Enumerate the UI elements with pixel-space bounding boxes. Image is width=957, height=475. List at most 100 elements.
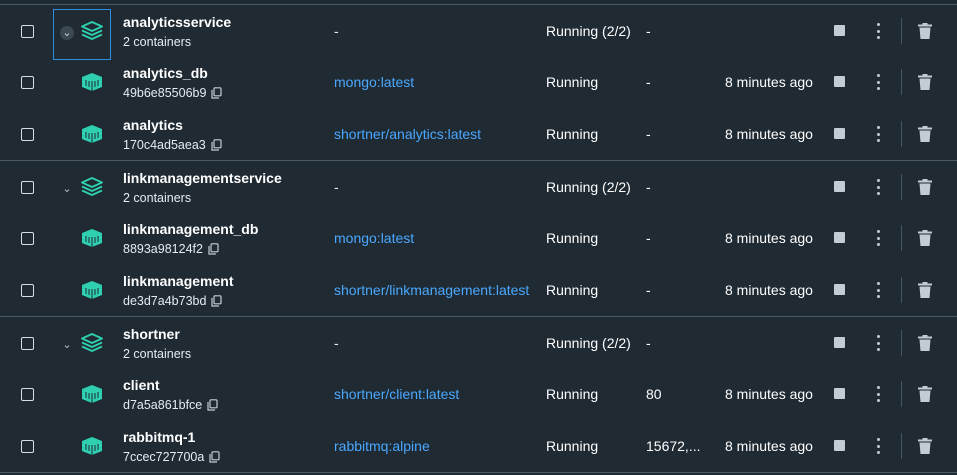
- chevron-down-icon[interactable]: ⌄: [60, 26, 74, 40]
- row-name[interactable]: shortner: [123, 326, 180, 342]
- container-icon: [81, 436, 103, 456]
- image-link[interactable]: shortner/client:latest: [334, 368, 537, 420]
- container-count: 2 containers: [123, 347, 191, 361]
- row-checkbox[interactable]: [21, 232, 34, 245]
- stop-button[interactable]: [834, 284, 845, 295]
- table-row: client d7a5a861bfce shortner/client:lates…: [0, 368, 957, 420]
- trash-icon[interactable]: [918, 230, 932, 246]
- more-options-icon[interactable]: [871, 125, 885, 143]
- more-options-icon[interactable]: [871, 73, 885, 91]
- divider: [901, 174, 902, 200]
- image-link: -: [334, 179, 339, 195]
- status-text: Running (2/2): [546, 179, 631, 195]
- copy-icon[interactable]: [211, 295, 223, 307]
- copy-icon[interactable]: [211, 139, 222, 151]
- more-options-icon[interactable]: [871, 229, 885, 247]
- more-options-icon[interactable]: [871, 178, 885, 196]
- container-count: 2 containers: [123, 35, 191, 49]
- divider: [901, 433, 902, 459]
- chevron-down-icon[interactable]: ⌄: [60, 338, 74, 352]
- copy-icon[interactable]: [211, 87, 223, 99]
- divider: [901, 381, 902, 407]
- stack-icon: [81, 177, 103, 197]
- trash-icon[interactable]: [918, 335, 932, 351]
- port-text: -: [646, 230, 651, 246]
- copy-icon[interactable]: [209, 451, 220, 463]
- port-text: -: [646, 179, 651, 195]
- port-text: -: [646, 126, 651, 142]
- status-text: Running (2/2): [546, 23, 631, 39]
- container-id: 8893a98124f2: [123, 242, 219, 256]
- trash-icon[interactable]: [918, 179, 932, 195]
- image-link[interactable]: shortner/linkmanagement:latest: [334, 264, 537, 316]
- row-name[interactable]: rabbitmq-1: [123, 429, 195, 445]
- row-checkbox[interactable]: [21, 284, 34, 297]
- row-checkbox[interactable]: [21, 181, 34, 194]
- copy-icon[interactable]: [208, 243, 219, 255]
- trash-icon[interactable]: [918, 74, 932, 90]
- trash-icon[interactable]: [918, 282, 932, 298]
- more-options-icon[interactable]: [871, 334, 885, 352]
- stop-button[interactable]: [834, 128, 845, 139]
- port-text: -: [646, 23, 651, 39]
- table-bottom-border: [0, 472, 957, 473]
- stop-button[interactable]: [834, 181, 845, 192]
- port-text[interactable]: 15672,...: [646, 420, 708, 472]
- stop-button[interactable]: [834, 232, 845, 243]
- row-name[interactable]: analytics: [123, 117, 183, 133]
- group-row: ⌄ linkmanagementservice 2 containers - Runn…: [0, 160, 957, 213]
- status-text: Running: [546, 386, 599, 402]
- more-options-icon[interactable]: [871, 22, 885, 40]
- container-id: d7a5a861bfce: [123, 398, 218, 412]
- row-name[interactable]: linkmanagementservice: [123, 170, 282, 186]
- chevron-down-icon[interactable]: ⌄: [60, 182, 74, 196]
- stack-icon: [81, 21, 103, 41]
- table-row: linkmanagement de3d7a4b73bd shortner/link…: [0, 264, 957, 316]
- status-text: Running: [546, 126, 599, 142]
- copy-icon[interactable]: [207, 399, 218, 411]
- divider: [901, 330, 902, 356]
- row-name[interactable]: linkmanagement: [123, 273, 233, 289]
- row-name[interactable]: analytics_db: [123, 65, 208, 81]
- row-checkbox[interactable]: [21, 76, 34, 89]
- stop-button[interactable]: [834, 440, 845, 451]
- row-checkbox[interactable]: [21, 440, 34, 453]
- trash-icon[interactable]: [918, 126, 932, 142]
- image-link[interactable]: mongo:latest: [334, 212, 537, 264]
- port-text: -: [646, 74, 651, 90]
- stop-button[interactable]: [834, 337, 845, 348]
- created-time: 8 minutes ago: [725, 230, 813, 246]
- container-id-text: 49b6e85506b9: [123, 86, 207, 100]
- more-options-icon[interactable]: [871, 385, 885, 403]
- row-name[interactable]: linkmanagement_db: [123, 221, 258, 237]
- port-text[interactable]: 80: [646, 368, 708, 420]
- row-name[interactable]: analyticsservice: [123, 14, 231, 30]
- group-row: ⌄ analyticsservice 2 containers - Running (…: [0, 4, 957, 60]
- container-count-text: 2 containers: [123, 191, 192, 205]
- trash-icon[interactable]: [918, 386, 932, 402]
- status-text: Running: [546, 74, 599, 90]
- containers-table: ⌄ analyticsservice 2 containers - Running (…: [0, 0, 957, 475]
- trash-icon[interactable]: [918, 23, 932, 39]
- image-link: -: [334, 23, 339, 39]
- image-link[interactable]: rabbitmq:alpine: [334, 420, 537, 472]
- stop-button[interactable]: [834, 76, 845, 87]
- row-checkbox[interactable]: [21, 337, 34, 350]
- image-link[interactable]: mongo:latest: [334, 56, 537, 108]
- divider: [901, 69, 902, 95]
- more-options-icon[interactable]: [871, 437, 885, 455]
- row-name[interactable]: client: [123, 377, 160, 393]
- row-checkbox[interactable]: [21, 128, 34, 141]
- trash-icon[interactable]: [918, 438, 932, 454]
- created-time: 8 minutes ago: [725, 282, 813, 298]
- image-link[interactable]: shortner/analytics:latest: [334, 108, 537, 160]
- row-checkbox[interactable]: [21, 25, 34, 38]
- row-checkbox[interactable]: [21, 388, 34, 401]
- stop-button[interactable]: [834, 25, 845, 36]
- created-time: 8 minutes ago: [725, 126, 813, 142]
- status-text: Running: [546, 438, 599, 454]
- stop-button[interactable]: [834, 388, 845, 399]
- port-text: -: [646, 282, 651, 298]
- more-options-icon[interactable]: [871, 281, 885, 299]
- table-row: analytics 170c4ad5aea3 shortner/analytics…: [0, 108, 957, 160]
